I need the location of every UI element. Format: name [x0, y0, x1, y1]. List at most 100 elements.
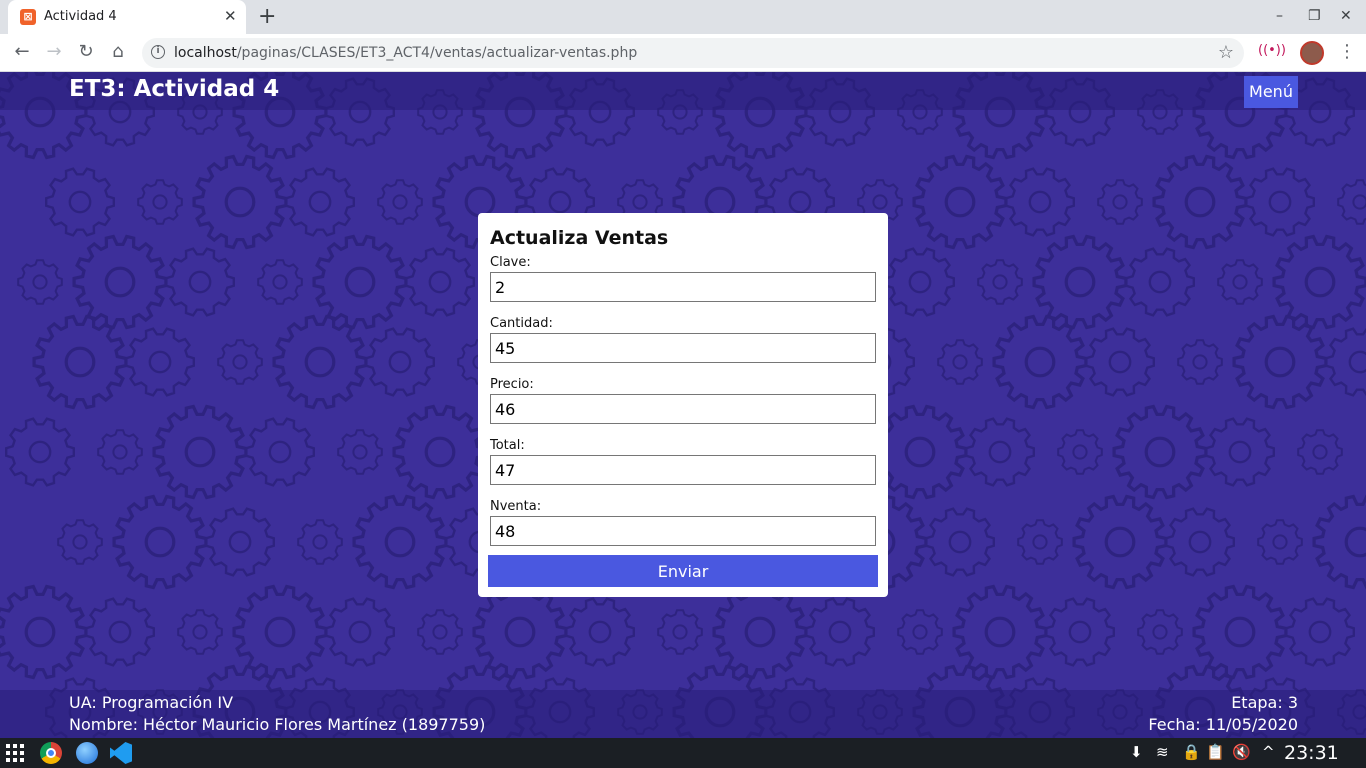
gear-shape: [352, 494, 448, 590]
new-tab-button[interactable]: +: [258, 4, 276, 29]
gear-shape: [405, 247, 475, 317]
home-button[interactable]: ⌂: [106, 41, 130, 62]
total-input[interactable]: [490, 455, 876, 485]
gear-shape: [472, 584, 568, 680]
gear-shape: [245, 417, 315, 487]
gear-shape: [805, 597, 875, 667]
wifi-icon[interactable]: ≋: [1156, 743, 1169, 761]
gear-shape: [192, 154, 288, 250]
url-text[interactable]: localhost/paginas/CLASES/ET3_ACT4/ventas…: [174, 45, 637, 61]
gear-shape: [1125, 247, 1195, 317]
forward-button[interactable]: →: [42, 41, 66, 62]
tab-close-icon[interactable]: ✕: [224, 7, 237, 25]
lock-icon[interactable]: 🔒: [1182, 743, 1201, 761]
menu-button[interactable]: Menú: [1244, 76, 1298, 108]
gear-shape: [1112, 404, 1208, 500]
gear-shape: [1257, 519, 1303, 565]
profile-avatar[interactable]: [1300, 41, 1324, 65]
gear-shape: [32, 314, 128, 410]
gear-shape: [1312, 494, 1366, 590]
footer-ua: UA: Programación IV: [69, 693, 234, 712]
address-bar[interactable]: i localhost/paginas/CLASES/ET3_ACT4/vent…: [142, 38, 1244, 68]
gear-shape: [137, 179, 183, 225]
gear-shape: [1205, 417, 1275, 487]
gear-shape: [565, 597, 635, 667]
gear-shape: [952, 584, 1048, 680]
gear-shape: [1152, 154, 1248, 250]
url-host: localhost: [174, 45, 237, 61]
gear-shape: [937, 339, 983, 385]
footer-fecha: Fecha: 11/05/2020: [1148, 715, 1298, 734]
gear-shape: [125, 327, 195, 397]
browser-toolbar: ← → ↻ ⌂ i localhost/paginas/CLASES/ET3_A…: [0, 34, 1366, 72]
gear-shape: [1045, 597, 1115, 667]
browser-tabbar: ⊠ Actividad 4 ✕ + – ❐ ✕: [0, 0, 1366, 34]
gear-shape: [165, 247, 235, 317]
cantidad-input[interactable]: [490, 333, 876, 363]
browser-tab[interactable]: ⊠ Actividad 4 ✕: [8, 0, 246, 34]
volume-muted-icon[interactable]: 🔇: [1232, 743, 1251, 761]
gear-shape: [232, 584, 328, 680]
gear-shape: [712, 584, 808, 680]
browser-app-taskbar-icon[interactable]: [76, 742, 98, 764]
site-footer: UA: Programación IV Nombre: Héctor Mauri…: [0, 690, 1366, 738]
cast-icon[interactable]: ((•)): [1258, 43, 1286, 58]
gear-shape: [45, 167, 115, 237]
clipboard-icon[interactable]: 📋: [1206, 743, 1225, 761]
gear-shape: [992, 314, 1088, 410]
gear-shape: [1165, 507, 1235, 577]
gear-shape: [392, 404, 488, 500]
gear-shape: [1085, 327, 1155, 397]
tray-expand-icon[interactable]: ^: [1262, 743, 1275, 761]
gear-shape: [177, 609, 223, 655]
chrome-taskbar-icon[interactable]: [40, 742, 62, 764]
gear-shape: [217, 339, 263, 385]
gear-shape: [912, 154, 1008, 250]
page-viewport: ET3: Actividad 4 Menú Actualiza Ventas C…: [0, 72, 1366, 738]
gear-shape: [97, 429, 143, 475]
minimize-button[interactable]: –: [1276, 8, 1283, 24]
gear-shape: [1272, 234, 1366, 330]
site-info-icon[interactable]: i: [151, 45, 165, 59]
precio-input[interactable]: [490, 394, 876, 424]
reload-button[interactable]: ↻: [74, 41, 98, 62]
gear-shape: [272, 314, 368, 410]
footer-etapa: Etapa: 3: [1231, 693, 1298, 712]
submit-button[interactable]: Enviar: [488, 555, 878, 587]
close-window-button[interactable]: ✕: [1340, 8, 1352, 24]
gear-shape: [1297, 429, 1343, 475]
gear-shape: [85, 597, 155, 667]
gear-shape: [417, 609, 463, 655]
gear-shape: [1217, 259, 1263, 305]
taskbar-clock[interactable]: 23:31: [1284, 742, 1339, 764]
update-sales-form: Actualiza Ventas Clave: Cantidad: Precio…: [478, 213, 888, 597]
gear-shape: [17, 259, 63, 305]
gear-shape: [1017, 519, 1063, 565]
gear-shape: [1325, 327, 1366, 397]
form-heading: Actualiza Ventas: [490, 227, 669, 249]
app-launcher-icon[interactable]: [6, 744, 24, 762]
gear-shape: [297, 519, 343, 565]
browser-menu-icon[interactable]: ⋮: [1338, 41, 1356, 62]
gear-shape: [257, 259, 303, 305]
gear-shape: [5, 417, 75, 487]
gear-shape: [1072, 494, 1168, 590]
gear-shape: [977, 259, 1023, 305]
restore-button[interactable]: ❐: [1308, 8, 1321, 24]
back-button[interactable]: ←: [10, 41, 34, 62]
gear-shape: [112, 494, 208, 590]
gear-shape: [285, 167, 355, 237]
gear-shape: [1005, 167, 1075, 237]
gear-shape: [57, 519, 103, 565]
site-title: ET3: Actividad 4: [69, 76, 280, 102]
clave-input[interactable]: [490, 272, 876, 302]
bookmark-star-icon[interactable]: ☆: [1218, 42, 1234, 63]
gear-shape: [1057, 429, 1103, 475]
xampp-favicon-icon: ⊠: [20, 9, 36, 25]
download-icon[interactable]: ⬇: [1130, 743, 1143, 761]
vscode-taskbar-icon[interactable]: [110, 742, 132, 764]
total-label: Total:: [490, 438, 525, 453]
nventa-label: Nventa:: [490, 499, 542, 514]
tab-title: Actividad 4: [44, 9, 117, 24]
nventa-input[interactable]: [490, 516, 876, 546]
